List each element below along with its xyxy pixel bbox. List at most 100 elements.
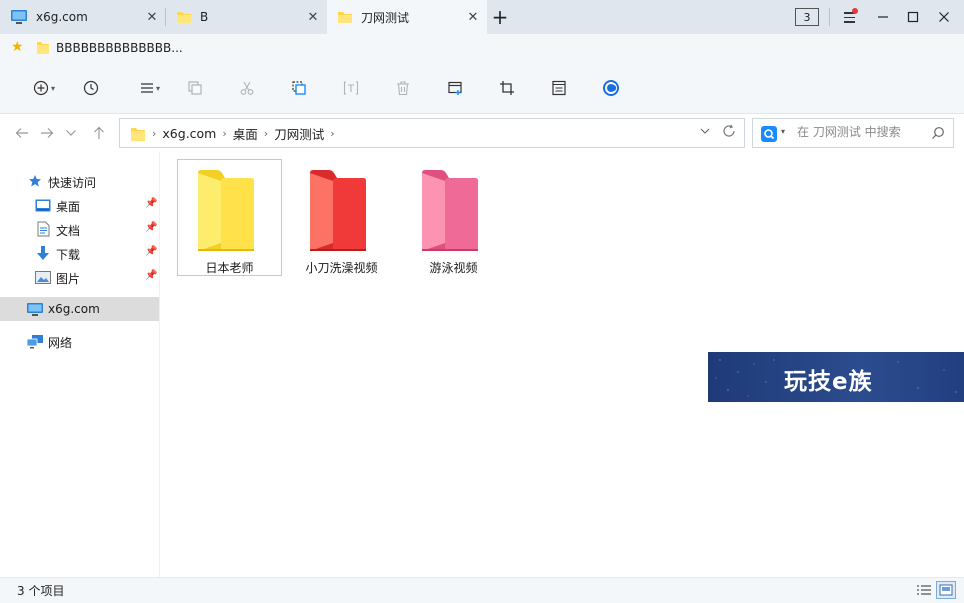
folder-item[interactable]: 日本老师 (177, 159, 282, 276)
sidebar-item-label: 图片 (56, 272, 81, 286)
chevron-down-icon (700, 128, 710, 134)
tab-x6g[interactable]: x6g.com ✕ (0, 0, 166, 34)
favorites-bar: ★ BBBBBBBBBBBBBB... (0, 34, 964, 62)
minimize-button[interactable] (871, 6, 895, 28)
new-window-button[interactable] (442, 76, 468, 100)
close-icon (939, 12, 949, 22)
sidebar-item-documents[interactable]: 文档 📌 (0, 217, 159, 241)
computer-icon (11, 10, 27, 24)
large-icons-view-icon (939, 584, 953, 596)
clock-icon (83, 80, 99, 96)
minimize-icon (878, 16, 888, 18)
close-window-button[interactable] (932, 6, 956, 28)
item-count: 3 个项目 (17, 584, 65, 598)
watermark-logo: 玩技e族 (708, 352, 964, 402)
notes-button[interactable] (546, 76, 572, 100)
new-tab-button[interactable]: + (489, 5, 511, 29)
close-icon[interactable]: ✕ (305, 9, 321, 25)
tab-label: B (200, 10, 209, 24)
forward-button[interactable] (38, 124, 56, 142)
search-box[interactable]: ▾ (752, 118, 954, 148)
search-icon[interactable] (931, 126, 945, 143)
folder-item[interactable]: 小刀洗澡视频 (289, 159, 394, 276)
maximize-icon (907, 11, 919, 23)
sidebar-item-pictures[interactable]: 图片 📌 (0, 265, 159, 289)
refresh-button[interactable] (722, 124, 736, 142)
folder-icon (198, 170, 254, 251)
pin-icon[interactable]: 📌 (145, 246, 157, 257)
arrow-up-icon (94, 126, 104, 139)
view-menu-button[interactable]: ▾ (134, 76, 166, 100)
sidebar-item-network[interactable]: 网络 (0, 329, 159, 353)
sidebar-item-label: 桌面 (56, 200, 81, 214)
watermark-text: 玩技e族 (784, 369, 873, 395)
close-icon[interactable]: ✕ (465, 9, 481, 25)
back-button[interactable] (13, 124, 31, 142)
pictures-icon (34, 269, 52, 285)
address-bar[interactable]: › x6g.com › 桌面 › 刀网测试 › (119, 118, 745, 148)
copy-button[interactable] (182, 76, 208, 100)
extension-button[interactable] (598, 76, 624, 100)
document-icon (34, 221, 52, 237)
sidebar-item-this-pc[interactable]: x6g.com (0, 297, 159, 321)
pin-icon[interactable]: 📌 (145, 198, 157, 209)
favorite-item[interactable]: BBBBBBBBBBBBBB... (36, 40, 183, 55)
computer-icon (26, 301, 44, 317)
chevron-right-icon: › (263, 126, 269, 140)
tab-count-badge[interactable]: 3 (795, 8, 819, 26)
delete-button[interactable] (390, 76, 416, 100)
search-engine-button[interactable] (761, 126, 777, 142)
sidebar-item-label: x6g.com (48, 302, 100, 316)
sidebar-item-quick-access[interactable]: 快速访问 (0, 169, 159, 193)
rename-icon (343, 81, 359, 95)
address-row: › x6g.com › 桌面 › 刀网测试 › ▾ (0, 114, 964, 152)
app-logo-icon (603, 80, 619, 96)
paste-button[interactable] (286, 76, 312, 100)
search-engine-icon (764, 129, 775, 140)
chevron-down-icon: ▾ (155, 83, 160, 93)
favorite-label: BBBBBBBBBBBBBB... (56, 40, 183, 55)
chevron-right-icon: › (222, 126, 227, 140)
file-name: 日本老师 (205, 261, 254, 275)
details-view-button[interactable] (914, 581, 934, 599)
crop-button[interactable] (494, 76, 520, 100)
tab-daowang-test[interactable]: 刀网测试 ✕ (327, 0, 487, 34)
notification-dot-icon (852, 8, 858, 14)
folder-item[interactable]: 游泳视频 (401, 159, 506, 276)
details-view-icon (917, 585, 931, 595)
arrow-left-icon (15, 128, 28, 138)
file-name: 小刀洗澡视频 (305, 261, 378, 275)
titlebar-separator (829, 8, 830, 26)
star-icon[interactable]: ★ (11, 39, 24, 55)
up-button[interactable] (90, 124, 108, 142)
sidebar-item-label: 下载 (56, 248, 81, 262)
file-name: 游泳视频 (429, 261, 478, 275)
tab-b[interactable]: B ✕ (166, 0, 327, 34)
sidebar-item-desktop[interactable]: 桌面 📌 (0, 193, 159, 217)
chevron-down-icon (66, 130, 76, 136)
recent-locations-button[interactable] (62, 124, 80, 142)
scissors-icon (240, 81, 254, 95)
large-icons-view-button[interactable] (936, 581, 956, 599)
star-icon (26, 173, 44, 189)
pin-icon[interactable]: 📌 (145, 270, 157, 281)
navigation-pane: 快速访问 桌面 📌 文档 📌 下载 📌 图片 📌 x6g.com 网络 (0, 152, 160, 577)
sidebar-item-downloads[interactable]: 下载 📌 (0, 241, 159, 265)
download-icon (34, 245, 52, 261)
address-dropdown-button[interactable] (700, 127, 710, 137)
pin-icon[interactable]: 📌 (145, 222, 157, 233)
history-button[interactable] (78, 76, 104, 100)
search-input[interactable] (797, 125, 927, 139)
maximize-button[interactable] (901, 6, 925, 28)
close-icon[interactable]: ✕ (144, 9, 160, 25)
desktop-icon (34, 197, 52, 213)
folder-icon (422, 170, 478, 251)
breadcrumb-item[interactable]: 刀网测试 (274, 124, 324, 143)
list-icon (140, 83, 153, 93)
crop-icon (500, 81, 514, 95)
rename-button[interactable] (338, 76, 364, 100)
breadcrumb-item[interactable]: 桌面 (233, 124, 258, 143)
cut-button[interactable] (234, 76, 260, 100)
breadcrumb-item[interactable]: x6g.com (162, 126, 216, 141)
new-button[interactable]: ▾ (28, 76, 60, 100)
